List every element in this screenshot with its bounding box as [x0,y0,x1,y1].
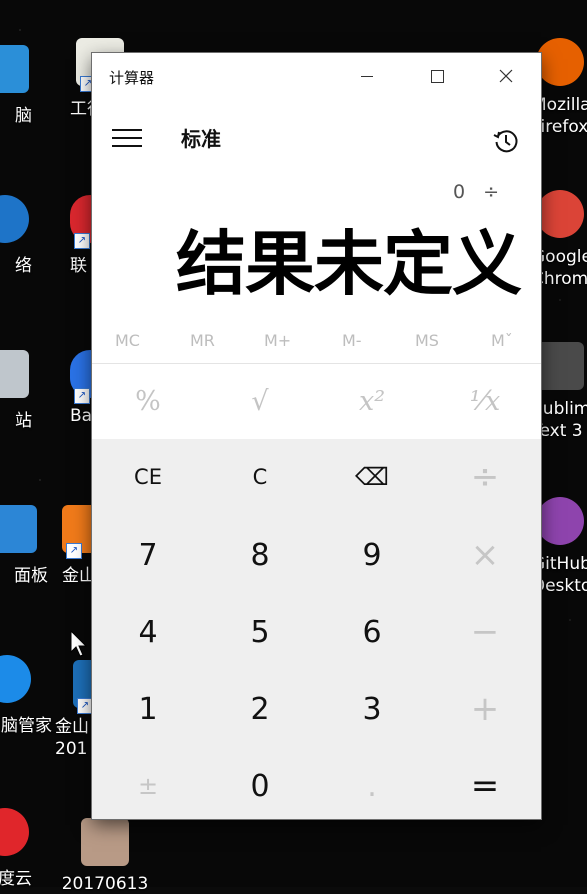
desktop-icon-label: 络 [15,256,32,276]
keypad: CE C ⌫ ÷ 7 8 9 × 4 5 6 − 1 2 3 + ± 0 . = [92,439,541,819]
memory-clear-button[interactable]: MC [115,331,140,350]
close-icon [499,69,513,83]
network-desktop-icon[interactable]: 络 [0,195,40,276]
desktop-icon-label: 脑 [15,106,32,126]
kingsoft2-desktop-icon[interactable]: ↗ 金山 201 [55,660,107,760]
memory-row: MC MR M+ M- MS Mˇ [92,325,541,363]
desktop-icon-label: 站 [15,411,32,431]
subtract-button[interactable]: − [429,594,541,670]
history-icon [493,130,518,153]
divide-button[interactable]: ÷ [429,439,541,515]
digit-9-button[interactable]: 9 [316,517,428,593]
multiply-button[interactable]: × [429,517,541,593]
close-button[interactable] [471,53,541,99]
calculator-window: 计算器 标准 0 ÷ 结果未定义 MC MR M+ M- MS Mˇ % √ x… [92,53,541,819]
square-button[interactable]: x² [316,364,428,439]
digit-5-button[interactable]: 5 [204,594,316,670]
memory-subtract-button[interactable]: M- [342,331,362,350]
mouse-cursor-icon [70,630,88,657]
negate-button[interactable]: ± [92,748,204,824]
result-display: 结果未定义 [176,223,522,305]
hamburger-menu-button[interactable] [112,129,142,147]
desktop-icon-label: 金山 201 [55,717,89,759]
pc-manager-desktop-icon[interactable]: 脑管家 [0,655,52,736]
memory-list-button[interactable]: Mˇ [491,331,513,350]
baidu-cloud-desktop-icon[interactable]: 度云 [0,808,40,889]
minimize-button[interactable] [332,53,402,99]
control-panel-desktop-icon[interactable]: 面板 [0,505,48,586]
function-row: % √ x² ¹⁄x [92,364,541,439]
clear-entry-button[interactable]: CE [92,439,204,515]
expression-display: 0 ÷ [452,181,505,203]
digit-7-button[interactable]: 7 [92,517,204,593]
percent-button[interactable]: % [92,364,204,439]
memory-recall-button[interactable]: MR [190,331,215,350]
recycle-bin-desktop-icon[interactable]: 站 [0,350,40,431]
computer-desktop-icon[interactable]: 脑 [0,45,40,126]
desktop-icon-label: 脑管家 [1,716,52,736]
decimal-button[interactable]: . [316,748,428,824]
memory-add-button[interactable]: M+ [264,331,291,350]
equals-button[interactable]: = [429,748,541,824]
desktop-icon-label: 度云 [0,869,32,889]
memory-store-button[interactable]: MS [415,331,439,350]
square-root-button[interactable]: √ [204,364,316,439]
digit-6-button[interactable]: 6 [316,594,428,670]
digit-0-button[interactable]: 0 [204,748,316,824]
desktop-icon-label: 面板 [14,566,48,586]
digit-1-button[interactable]: 1 [92,671,204,747]
add-button[interactable]: + [429,671,541,747]
photo-desktop-icon[interactable]: 20170613 [55,818,155,894]
title-bar[interactable]: 计算器 [92,53,541,99]
digit-2-button[interactable]: 2 [204,671,316,747]
clear-button[interactable]: C [204,439,316,515]
digit-3-button[interactable]: 3 [316,671,428,747]
desktop-icon-label: 20170613 [61,874,149,894]
calculator-mode-title: 标准 [181,127,221,151]
maximize-button[interactable] [402,53,472,99]
reciprocal-button[interactable]: ¹⁄x [429,364,541,439]
backspace-button[interactable]: ⌫ [316,439,428,515]
digit-8-button[interactable]: 8 [204,517,316,593]
digit-4-button[interactable]: 4 [92,594,204,670]
history-button[interactable] [492,127,520,155]
window-title: 计算器 [109,69,155,87]
